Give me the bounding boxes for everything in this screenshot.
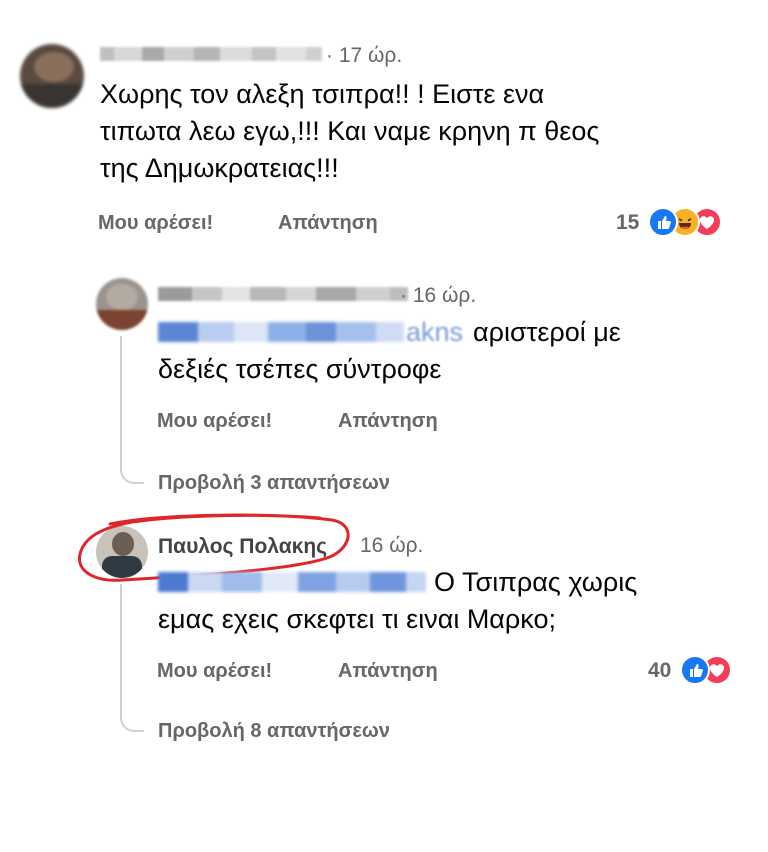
comment-text: Χωρης τον αλεξη τσιπρα!! ! Ειστε ενα τιπ… — [100, 76, 720, 187]
mention-link-pixelated[interactable] — [158, 571, 426, 594]
like-button[interactable]: Μου αρέσει! — [157, 410, 272, 433]
reply-button[interactable]: Απάντηση — [278, 212, 378, 235]
comment-text-line: δεξιές τσέπες σύντροφε — [158, 354, 442, 384]
author-name-pixelated[interactable] — [100, 46, 322, 62]
reaction-count[interactable]: 15 — [616, 211, 639, 235]
view-replies-link[interactable]: Προβολή 3 απαντήσεων — [158, 472, 390, 495]
reactions[interactable] — [680, 654, 750, 688]
comment-text: Ο Τσιπρας χωρις εμας εχεις σκεφτει τι ει… — [158, 564, 738, 638]
like-reaction-icon — [680, 655, 710, 685]
comment-text-line: εμας εχεις σκεφτει τι ειναι Μαρκο; — [158, 604, 556, 634]
author-name[interactable]: Παυλος Πολακης — [158, 535, 327, 559]
thread-line — [51, 250, 53, 750]
author-name-pixelated[interactable] — [158, 286, 408, 302]
like-button[interactable]: Μου αρέσει! — [98, 212, 213, 235]
avatar[interactable] — [96, 278, 148, 330]
comment-text-line: τιπωτα λεω εγω,!!! Και ναμε κρηνη π θεος — [100, 116, 600, 146]
avatar[interactable] — [20, 44, 84, 108]
mention-link-pixelated[interactable] — [158, 321, 404, 344]
comment-time[interactable]: · 17 ώρ. — [326, 44, 402, 68]
reply-button[interactable]: Απάντηση — [338, 410, 438, 433]
reply-button[interactable]: Απάντηση — [338, 660, 438, 683]
comment-text-line: αριστεροί με — [473, 317, 621, 347]
comment-text: akns αριστεροί με δεξιές τσέπες σύντροφε — [158, 314, 718, 388]
thread-connector — [120, 336, 144, 484]
reaction-count[interactable]: 40 — [648, 659, 671, 683]
comment-time[interactable]: 16 ώρ. — [360, 534, 423, 558]
like-reaction-icon — [648, 207, 678, 237]
thread-connector — [120, 584, 144, 732]
mention-link-visible[interactable]: akns — [406, 314, 463, 351]
view-replies-link[interactable]: Προβολή 8 απαντήσεων — [158, 720, 390, 743]
comment-time[interactable]: · 16 ώρ. — [400, 284, 476, 308]
comment-text-line: Χωρης τον αλεξη τσιπρα!! ! Ειστε ενα — [100, 79, 545, 109]
reactions[interactable] — [648, 206, 748, 240]
comment-text-line: της Δημωκρατειας!!! — [100, 153, 339, 183]
like-button[interactable]: Μου αρέσει! — [157, 660, 272, 683]
comment-text-line: Ο Τσιπρας χωρις — [434, 567, 638, 597]
